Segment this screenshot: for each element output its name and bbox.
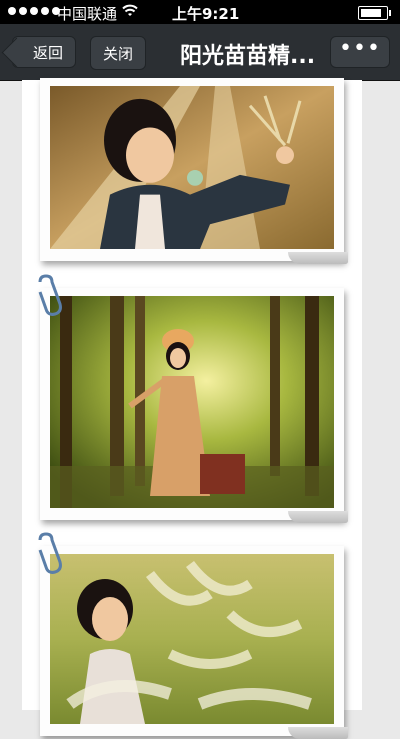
photo-card[interactable] xyxy=(38,274,348,523)
close-button-label: 关闭 xyxy=(102,44,133,63)
photo-card[interactable] xyxy=(40,78,348,264)
photo-album-content[interactable] xyxy=(22,78,362,739)
paperclip-icon xyxy=(38,532,62,574)
back-button[interactable]: 返回 xyxy=(12,36,76,68)
carrier-name: 中国联通 xyxy=(57,5,118,23)
wifi-icon xyxy=(122,4,138,16)
photo-card[interactable] xyxy=(38,532,348,739)
back-button-label: 返回 xyxy=(32,43,63,62)
navigation-bar: 返回 关闭 阳光苗苗精... ••• xyxy=(0,24,400,80)
photo-image xyxy=(50,296,334,508)
paperclip-icon xyxy=(38,274,62,316)
close-button[interactable]: 关闭 xyxy=(90,36,146,70)
status-bar: 中国联通 上午9:21 xyxy=(0,0,400,24)
more-options-button[interactable]: ••• xyxy=(330,36,390,68)
page-title: 阳光苗苗精... xyxy=(180,44,316,69)
more-icon: ••• xyxy=(339,35,381,61)
photo-image xyxy=(50,554,334,724)
battery-icon xyxy=(358,6,391,20)
signal-strength-icon xyxy=(8,7,60,15)
clock: 上午9:21 xyxy=(172,5,240,23)
photo-image xyxy=(50,86,334,249)
